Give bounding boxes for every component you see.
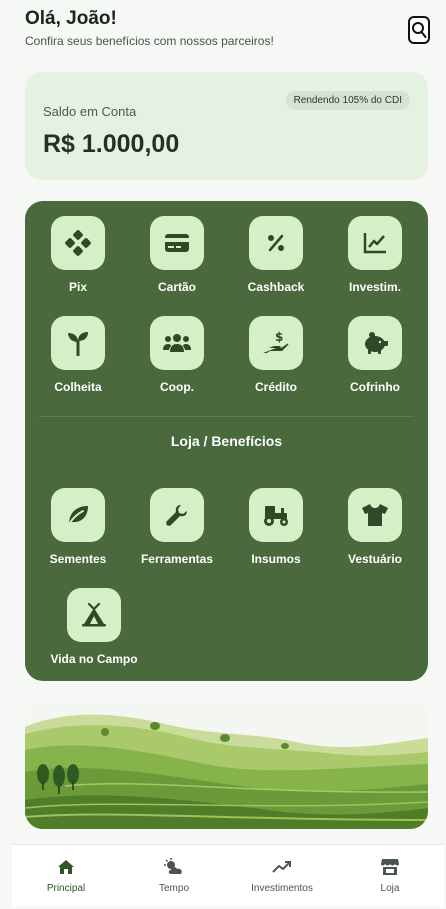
balance-value: R$ 1.000,00 xyxy=(43,130,180,158)
divider xyxy=(39,416,414,417)
home-icon xyxy=(58,860,74,874)
search-icon xyxy=(412,22,427,38)
service-label: Coop. xyxy=(160,380,194,394)
service-label: Colheita xyxy=(54,380,102,394)
shirt-icon xyxy=(362,504,388,526)
campground-icon xyxy=(82,603,106,627)
leaf-icon xyxy=(68,506,88,525)
services-panel: Pix Cartão Cashback Investim. Colheita C… xyxy=(25,201,428,681)
service-label: Cartão xyxy=(157,280,196,294)
store-insumos[interactable]: Insumos xyxy=(226,488,326,566)
piggy-bank-icon xyxy=(365,332,388,354)
store-sementes[interactable]: Sementes xyxy=(28,488,128,566)
landscape-illustration xyxy=(25,702,428,829)
store-vestuario[interactable]: Vestuário xyxy=(325,488,425,566)
service-investimentos[interactable]: Investim. xyxy=(325,216,425,294)
bottom-nav: Principal Tempo Investimentos Loja xyxy=(12,844,444,906)
nav-principal[interactable]: Principal xyxy=(12,845,120,906)
header: Olá, João! Confira seus benefícios com n… xyxy=(25,8,430,54)
service-pix[interactable]: Pix xyxy=(28,216,128,294)
store-section-title: Loja / Benefícios xyxy=(170,433,283,449)
store-label: Vida no Campo xyxy=(50,652,138,666)
store-icon xyxy=(381,859,399,875)
greeting: Olá, João! xyxy=(25,8,117,29)
store-label: Vestuário xyxy=(347,552,403,566)
wrench-icon xyxy=(166,505,187,526)
service-credito[interactable]: $ Crédito xyxy=(226,316,326,394)
users-icon xyxy=(163,334,191,352)
store-ferramentas[interactable]: Ferramentas xyxy=(127,488,227,566)
service-label: Cofrinho xyxy=(350,380,400,394)
nav-loja[interactable]: Loja xyxy=(336,845,444,906)
landscape-banner xyxy=(25,702,428,829)
service-cofrinho[interactable]: Cofrinho xyxy=(325,316,425,394)
nav-label: Investimentos xyxy=(251,883,313,894)
service-cartao[interactable]: Cartão xyxy=(127,216,227,294)
store-label: Ferramentas xyxy=(140,552,214,566)
subtitle: Confira seus benefícios com nossos parce… xyxy=(25,34,274,48)
nav-investimentos[interactable]: Investimentos xyxy=(228,845,336,906)
chart-line-icon xyxy=(363,233,386,254)
tractor-icon xyxy=(264,506,288,526)
service-cashback[interactable]: Cashback xyxy=(226,216,326,294)
service-label: Pix xyxy=(68,280,87,294)
store-vida-no-campo[interactable]: Vida no Campo xyxy=(44,588,144,666)
credit-card-icon xyxy=(165,234,189,252)
svg-text:$: $ xyxy=(275,330,283,344)
balance-card: Saldo em Conta R$ 1.000,00 Rendendo 105%… xyxy=(25,72,428,180)
service-label: Cashback xyxy=(247,280,305,294)
service-label: Crédito xyxy=(255,380,297,394)
weather-icon xyxy=(164,858,182,874)
nav-label: Tempo xyxy=(158,883,189,894)
hand-dollar-icon: $ xyxy=(263,330,289,353)
store-label: Sementes xyxy=(49,552,107,566)
search-button[interactable] xyxy=(408,16,430,44)
store-label: Insumos xyxy=(251,552,301,566)
yield-badge: Rendendo 105% do CDI xyxy=(285,91,410,110)
percent-icon xyxy=(268,234,284,252)
service-colheita[interactable]: Colheita xyxy=(28,316,128,394)
pix-icon xyxy=(65,230,91,256)
nav-label: Principal xyxy=(46,883,86,894)
service-coop[interactable]: Coop. xyxy=(127,316,227,394)
seedling-icon xyxy=(68,332,88,356)
trend-up-icon xyxy=(272,861,291,873)
service-label: Investim. xyxy=(348,280,402,294)
balance-label: Saldo em Conta xyxy=(43,104,137,119)
nav-tempo[interactable]: Tempo xyxy=(120,845,228,906)
nav-label: Loja xyxy=(380,883,400,894)
